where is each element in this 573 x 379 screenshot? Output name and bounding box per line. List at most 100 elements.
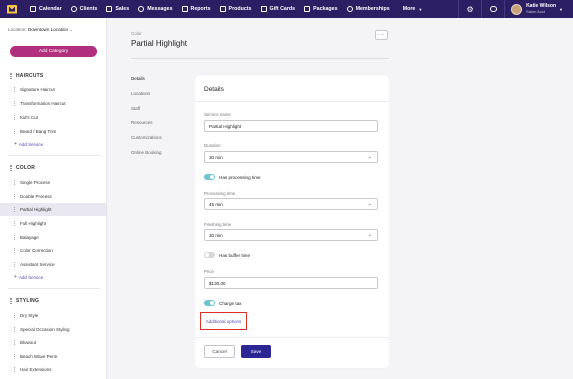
location-selector[interactable]: Location: Downtown Location ⌄ [8, 27, 73, 33]
service-item[interactable]: Hair Extensions [0, 363, 106, 376]
drag-handle-icon[interactable] [14, 313, 16, 318]
user-menu[interactable]: Katie Wilson Salon Acct ▼ [505, 0, 573, 18]
drag-handle-icon[interactable] [10, 165, 12, 171]
nav-reports[interactable]: Reports [181, 6, 211, 12]
additional-options-link[interactable]: Additional options [200, 312, 247, 330]
nav-more[interactable]: More ▼ [403, 6, 423, 12]
section-divider [8, 155, 100, 156]
chat-icon[interactable] [482, 0, 504, 18]
has-processing-toggle[interactable] [204, 174, 215, 180]
nav-sales[interactable]: Sales [106, 6, 129, 12]
breadcrumb[interactable]: Color [131, 31, 142, 36]
gift-card-icon [260, 6, 267, 12]
service-item[interactable]: Kid's Cut [0, 111, 106, 124]
subnav-customizations[interactable]: Customizations [131, 135, 162, 140]
category-header-haircuts[interactable]: HAIRCUTS [10, 73, 43, 79]
drag-handle-icon[interactable] [14, 367, 16, 372]
subnav-resources[interactable]: Resources [131, 120, 153, 125]
nav-messages[interactable]: Messages [138, 6, 173, 12]
top-nav: Calendar Clients Sales Messages Reports … [0, 0, 573, 18]
duration-label: Duration [204, 143, 221, 148]
drag-handle-icon[interactable] [14, 354, 16, 359]
user-role: Salon Acct [526, 9, 545, 14]
price-input[interactable]: $130.00 [204, 277, 378, 289]
more-options-button[interactable]: ··· [375, 30, 388, 40]
plus-icon: + [14, 274, 17, 280]
chevron-down-icon: ⌄ [367, 154, 372, 160]
price-label: Price [204, 269, 215, 274]
subnav-locations[interactable]: Locations [131, 91, 150, 96]
nav-memberships[interactable]: Memberships [346, 6, 390, 12]
nav-calendar[interactable]: Calendar [30, 6, 62, 12]
sidebar: Location: Downtown Location ⌄ Add Catego… [0, 18, 107, 379]
add-category-button[interactable]: Add Category [10, 46, 97, 57]
service-item[interactable]: Balayage [0, 231, 106, 244]
memberships-icon [346, 6, 353, 12]
category-header-styling[interactable]: STYLING [10, 298, 39, 304]
drag-handle-icon[interactable] [10, 298, 12, 304]
duration-select[interactable]: 30 min ⌄ [204, 151, 378, 163]
clients-icon [70, 6, 77, 12]
nav-gift-cards[interactable]: Gift Cards [260, 6, 295, 12]
charge-tax-toggle[interactable] [204, 300, 215, 306]
has-buffer-toggle[interactable] [204, 252, 215, 258]
processing-time-select[interactable]: 45 min ⌄ [204, 198, 378, 210]
drag-handle-icon[interactable] [14, 129, 16, 134]
service-item[interactable]: Full Highlight [0, 217, 106, 230]
add-service-link[interactable]: + Add Service [14, 274, 43, 280]
service-item[interactable]: Dry Style [0, 309, 106, 322]
service-name-label: Service name [204, 112, 231, 117]
nav-clients[interactable]: Clients [70, 6, 97, 12]
details-card: Details Service name Partial Highlight D… [195, 75, 389, 368]
gear-icon[interactable]: ⚙ [459, 0, 481, 18]
drag-handle-icon[interactable] [14, 327, 16, 332]
subnav-staff[interactable]: Staff [131, 106, 140, 111]
drag-handle-icon[interactable] [14, 340, 16, 345]
app-logo-icon[interactable] [7, 5, 17, 14]
service-item[interactable]: Transformation Haircut [0, 97, 106, 110]
nav-packages[interactable]: Packages [304, 6, 338, 12]
service-item-active[interactable]: Partial Highlight [0, 203, 106, 216]
nav-products[interactable]: Products [219, 6, 252, 12]
drag-handle-icon[interactable] [10, 73, 12, 79]
drag-handle-icon[interactable] [14, 87, 16, 92]
drag-handle-icon[interactable] [14, 262, 16, 267]
service-item[interactable]: Color Correction [0, 244, 106, 257]
drag-handle-icon[interactable] [14, 115, 16, 120]
avatar [511, 3, 523, 15]
drag-handle-icon[interactable] [14, 180, 16, 185]
add-service-link[interactable]: + Add Service [14, 141, 43, 147]
service-item[interactable]: Single Process [0, 176, 106, 189]
service-item[interactable]: Signature Haircut [0, 83, 106, 96]
subnav-details[interactable]: Details [131, 76, 145, 81]
subnav-online-booking[interactable]: Online Booking [131, 150, 162, 155]
finishing-time-select[interactable]: 30 min ⌄ [204, 229, 378, 241]
drag-handle-icon[interactable] [14, 101, 16, 106]
drag-handle-icon[interactable] [14, 248, 16, 253]
drag-handle-icon[interactable] [14, 221, 16, 226]
drag-handle-icon[interactable] [14, 194, 16, 199]
drag-handle-icon[interactable] [14, 207, 16, 212]
service-item[interactable]: Assistant Service [0, 258, 106, 271]
chevron-down-icon: ▼ [559, 6, 563, 12]
cancel-button[interactable]: Cancel [204, 345, 235, 358]
service-item[interactable]: Double Process [0, 190, 106, 203]
category-header-color[interactable]: COLOR [10, 165, 35, 171]
has-processing-toggle-row: Has processing time [204, 174, 261, 180]
has-buffer-toggle-row: Has buffer time [204, 252, 250, 258]
chevron-down-icon: ▼ [418, 6, 423, 12]
save-button[interactable]: Save [241, 345, 271, 358]
service-item[interactable]: Beach Wave Perm [0, 350, 106, 363]
sales-icon [106, 6, 113, 12]
drag-handle-icon[interactable] [14, 235, 16, 240]
chevron-down-icon: ⌄ [69, 27, 74, 32]
service-item[interactable]: Blowout [0, 336, 106, 349]
service-item[interactable]: Beard / Bang Trim [0, 125, 106, 138]
nav-right: ⚙ Katie Wilson Salon Acct ▼ [458, 0, 573, 18]
page-title: Partial Highlight [131, 39, 188, 48]
service-item[interactable]: Special Occasion Styling [0, 323, 106, 336]
products-icon [219, 6, 226, 12]
details-heading: Details [204, 86, 224, 93]
messages-icon [138, 6, 145, 12]
service-name-input[interactable]: Partial Highlight [204, 120, 378, 132]
